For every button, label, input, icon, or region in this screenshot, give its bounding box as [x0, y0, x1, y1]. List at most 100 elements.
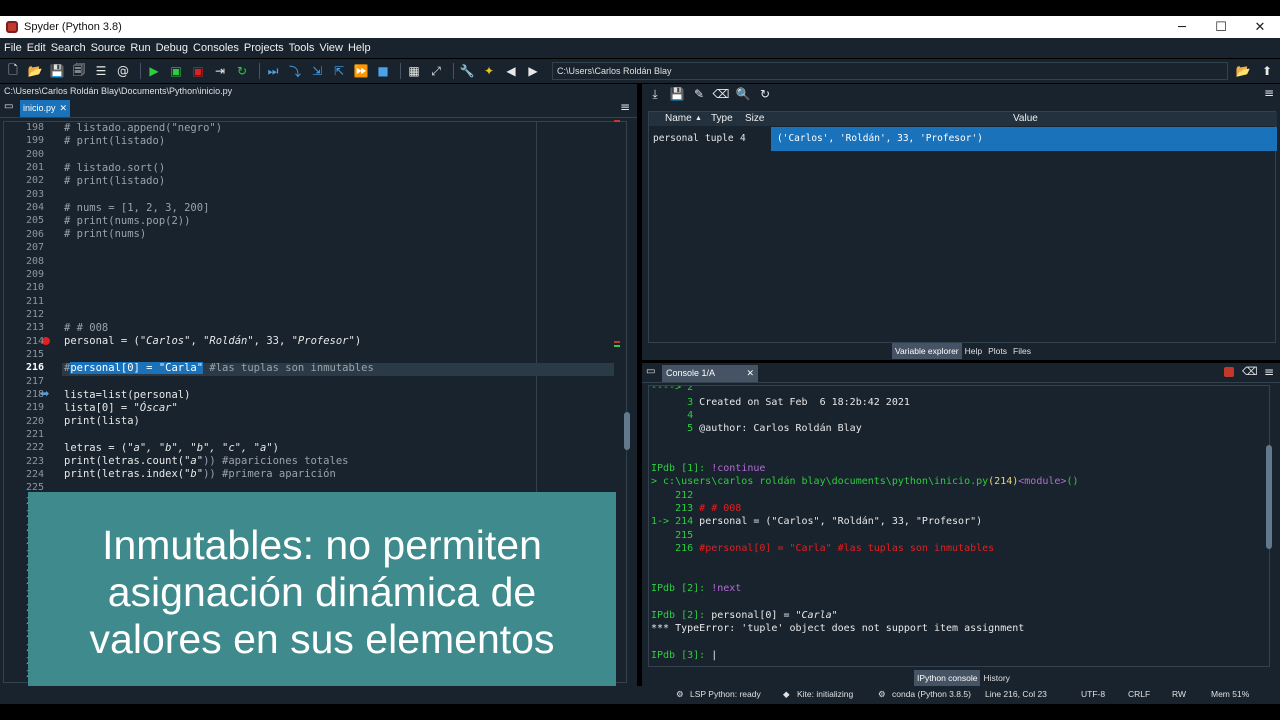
- tab-console-1a[interactable]: Console 1/A ✕: [662, 365, 758, 382]
- console-scrollbar-thumb[interactable]: [1266, 445, 1272, 549]
- tab-files[interactable]: Files: [1010, 343, 1034, 359]
- debug-icon[interactable]: ⏭: [264, 62, 282, 80]
- browse-tabs-icon[interactable]: ▭: [646, 366, 655, 377]
- console-line: 1-> 214 personal = ("Carlos", "Roldán", …: [651, 516, 982, 527]
- column-name[interactable]: Name: [665, 113, 692, 124]
- menu-edit[interactable]: Edit: [27, 42, 46, 54]
- tab-ipython-console[interactable]: IPython console: [914, 670, 981, 686]
- console-text: 4: [651, 410, 694, 421]
- step-icon[interactable]: ⤵: [286, 62, 304, 80]
- console-line: 3 Created on Sat Feb 6 18:2b:42 2021: [651, 397, 910, 408]
- code-line-205: # print(nums.pop(2)): [64, 215, 191, 227]
- menu-consoles[interactable]: Consoles: [193, 42, 239, 54]
- run-selection-icon[interactable]: ⇥: [211, 62, 229, 80]
- back-arrow-icon[interactable]: ◀: [502, 62, 520, 80]
- new-file-icon[interactable]: 🗋: [4, 62, 22, 80]
- line-number: 198: [25, 122, 44, 133]
- conda-status: conda (Python 3.8.5): [892, 689, 971, 699]
- stop-debug-icon[interactable]: ■: [374, 62, 392, 80]
- stop-kernel-icon[interactable]: [1224, 367, 1234, 377]
- menu-projects[interactable]: Projects: [244, 42, 284, 54]
- variable-table-header: Name ▲ Type Size Value: [649, 112, 1277, 126]
- column-size[interactable]: Size: [745, 113, 764, 124]
- rerun-icon[interactable]: ↻: [233, 62, 251, 80]
- options-menu-icon[interactable]: ≡: [1264, 86, 1274, 100]
- spyder-app-icon: [6, 21, 18, 33]
- fullscreen-icon[interactable]: ⤢: [427, 62, 445, 80]
- minimize-button[interactable]: ─: [1162, 16, 1202, 38]
- variable-explorer-pane: ⤓ 💾 ✎ ⌫ 🔍 ↻ ≡ Name ▲ Type Size Value per…: [642, 84, 1280, 360]
- prompt-text: IPdb [2]:: [651, 583, 712, 594]
- options-menu-icon[interactable]: ≡: [1264, 365, 1274, 379]
- forward-arrow-icon[interactable]: ▶: [524, 62, 542, 80]
- caption-overlay: Inmutables: no permiten asignación dinám…: [28, 492, 616, 692]
- code-token: ,: [190, 335, 204, 347]
- tab-help[interactable]: Help: [962, 343, 985, 359]
- browse-tabs-icon[interactable]: ▭: [4, 101, 13, 112]
- code-token: print(letras.count(: [64, 455, 185, 467]
- editor-scrollbar-thumb[interactable]: [624, 412, 630, 450]
- python-path-icon[interactable]: ✦: [480, 62, 498, 80]
- options-menu-icon[interactable]: ≡: [620, 100, 630, 114]
- step-into-icon[interactable]: ⇲: [308, 62, 326, 80]
- maximize-pane-icon[interactable]: ▦: [405, 62, 423, 80]
- comment-token: )) #primera aparición: [203, 468, 336, 480]
- refresh-icon[interactable]: ↻: [756, 85, 774, 103]
- code-line-204: # nums = [1, 2, 3, 200]: [64, 202, 210, 214]
- line-number: 200: [25, 149, 44, 160]
- menu-view[interactable]: View: [319, 42, 343, 54]
- close-button[interactable]: ✕: [1240, 16, 1280, 38]
- tab-history[interactable]: History: [980, 670, 1012, 686]
- column-type[interactable]: Type: [711, 113, 733, 124]
- line-number: 207: [25, 242, 44, 253]
- menu-run[interactable]: Run: [130, 42, 150, 54]
- code-token: , 33,: [253, 335, 292, 347]
- table-row[interactable]: personal tuple 4 ('Carlos', 'Roldán', 33…: [649, 127, 1277, 151]
- tab-variable-explorer[interactable]: Variable explorer: [892, 343, 962, 359]
- menu-debug[interactable]: Debug: [156, 42, 188, 54]
- menu-tools[interactable]: Tools: [289, 42, 315, 54]
- line-number: 223: [25, 456, 44, 467]
- close-tab-icon[interactable]: ✕: [746, 365, 754, 382]
- tab-inicio-py[interactable]: inicio.py ✕: [20, 100, 70, 117]
- save-data-icon[interactable]: 💾: [668, 85, 686, 103]
- search-icon[interactable]: 🔍: [734, 85, 752, 103]
- tab-plots[interactable]: Plots: [985, 343, 1010, 359]
- console-output[interactable]: ----> 2 """ 3 Created on Sat Feb 6 18:2b…: [648, 385, 1270, 667]
- close-tab-icon[interactable]: ✕: [59, 100, 67, 117]
- console-text: (): [1066, 476, 1079, 487]
- remove-all-variables-icon[interactable]: ⌫: [712, 85, 730, 103]
- browse-folder-icon[interactable]: 📂: [1234, 62, 1252, 80]
- column-value[interactable]: Value: [1013, 113, 1038, 124]
- menu-help[interactable]: Help: [348, 42, 371, 54]
- step-return-icon[interactable]: ⇱: [330, 62, 348, 80]
- run-cell-advance-icon[interactable]: ▣: [189, 62, 207, 80]
- line-number: 202: [25, 175, 44, 186]
- menu-bar: File Edit Search Source Run Debug Consol…: [0, 38, 1280, 58]
- list-icon[interactable]: ☰: [92, 62, 110, 80]
- variable-table: Name ▲ Type Size Value personal tuple 4 …: [648, 111, 1277, 343]
- save-icon[interactable]: 💾: [48, 62, 66, 80]
- save-all-icon[interactable]: 🗐: [70, 62, 88, 80]
- line-number: 208: [25, 256, 44, 267]
- menu-file[interactable]: File: [4, 42, 22, 54]
- open-folder-icon[interactable]: 📂: [26, 62, 44, 80]
- string-token: "Roldán": [203, 335, 254, 347]
- string-token: "a": [184, 455, 204, 467]
- console-line: 213 # # 008: [651, 503, 741, 514]
- permissions: RW: [1172, 689, 1187, 699]
- menu-source[interactable]: Source: [91, 42, 126, 54]
- run-icon[interactable]: ▶: [145, 62, 163, 80]
- maximize-button[interactable]: ☐: [1201, 16, 1241, 38]
- code-line-218: lista=list(personal): [64, 389, 191, 401]
- save-data-as-icon[interactable]: ✎: [690, 85, 708, 103]
- clear-console-icon[interactable]: ⌫: [1242, 365, 1258, 378]
- menu-search[interactable]: Search: [51, 42, 86, 54]
- continue-icon[interactable]: ⏩: [352, 62, 370, 80]
- at-icon[interactable]: @: [114, 62, 132, 80]
- working-directory-field[interactable]: C:\Users\Carlos Roldán Blay: [552, 62, 1228, 80]
- import-data-icon[interactable]: ⤓: [646, 85, 664, 103]
- parent-dir-icon[interactable]: ⬆: [1258, 62, 1276, 80]
- wrench-icon[interactable]: 🔧: [458, 62, 476, 80]
- run-cell-icon[interactable]: ▣: [167, 62, 185, 80]
